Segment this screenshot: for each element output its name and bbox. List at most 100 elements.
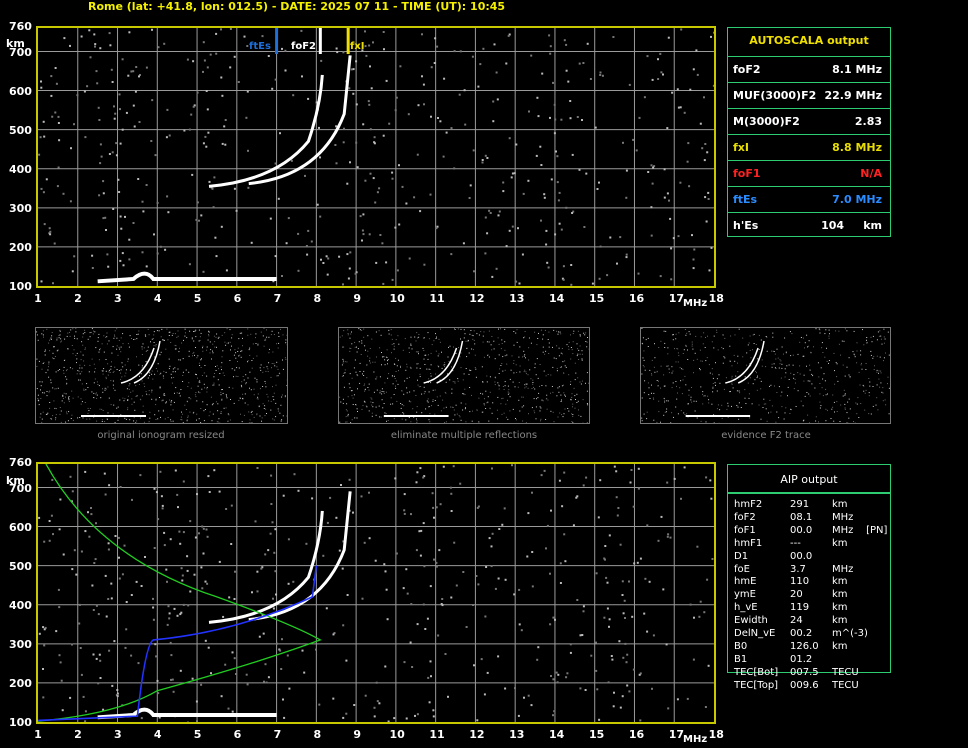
noise-point [225, 508, 228, 510]
noise-point [84, 347, 86, 349]
noise-point [382, 407, 384, 409]
noise-point [106, 336, 108, 338]
noise-point [57, 387, 59, 389]
noise-point [276, 366, 278, 368]
noise-point [677, 413, 679, 415]
noise-point [656, 380, 658, 381]
noise-point [326, 521, 329, 524]
noise-point [149, 372, 151, 374]
noise-point [320, 59, 323, 62]
noise-point [219, 373, 221, 374]
noise-point [480, 658, 483, 661]
noise-point [586, 390, 588, 392]
noise-point [50, 379, 52, 381]
noise-point [609, 236, 612, 239]
noise-point [473, 330, 475, 332]
noise-point [369, 128, 372, 131]
noise-point [769, 399, 771, 401]
noise-point [828, 337, 830, 339]
noise-point [462, 379, 464, 381]
noise-point [127, 358, 129, 360]
noise-point [394, 109, 397, 112]
noise-point [450, 253, 453, 256]
noise-point [133, 420, 135, 422]
noise-point [366, 364, 368, 365]
noise-point [239, 397, 241, 399]
noise-point [297, 489, 300, 492]
noise-point [790, 372, 792, 374]
noise-point [56, 350, 58, 352]
noise-point [139, 375, 140, 377]
noise-point [279, 373, 281, 375]
noise-point [523, 696, 525, 699]
noise-point [623, 599, 626, 602]
noise-point [53, 400, 55, 402]
noise-point [625, 169, 628, 172]
noise-point [463, 89, 466, 92]
noise-point [133, 417, 135, 419]
noise-point [52, 387, 54, 389]
noise-point [419, 376, 421, 378]
noise-point [664, 385, 666, 387]
noise-point [203, 420, 205, 422]
noise-point [453, 50, 456, 53]
noise-point [605, 576, 608, 579]
noise-point [513, 344, 515, 346]
noise-point [359, 329, 361, 331]
noise-point [560, 118, 563, 121]
noise-point [404, 338, 406, 340]
noise-point [141, 200, 144, 203]
noise-point [204, 409, 206, 410]
noise-point [320, 258, 322, 261]
noise-point [878, 372, 879, 374]
noise-point [340, 401, 342, 403]
noise-point [879, 356, 881, 358]
noise-point [137, 178, 140, 180]
noise-point [56, 339, 58, 341]
noise-point [117, 419, 119, 421]
noise-point [460, 402, 462, 404]
noise-point [98, 333, 100, 335]
noise-point [43, 540, 46, 543]
noise-point [691, 401, 693, 403]
noise-point [202, 552, 205, 555]
noise-point [106, 332, 108, 334]
noise-point [688, 185, 691, 188]
noise-point [730, 335, 732, 337]
x-tick-label: 10 [389, 728, 405, 741]
noise-point [881, 391, 883, 393]
noise-point [349, 373, 351, 375]
noise-point [128, 31, 131, 34]
noise-point [382, 134, 385, 137]
noise-point [122, 366, 124, 368]
noise-point [94, 331, 96, 333]
noise-point [201, 375, 203, 376]
noise-point [431, 405, 432, 407]
noise-point [860, 364, 862, 366]
noise-point [752, 334, 754, 336]
noise-point [653, 366, 655, 368]
noise-point [677, 235, 680, 238]
noise-point [660, 365, 662, 367]
noise-point [716, 331, 718, 333]
noise-point [556, 370, 558, 372]
noise-point [87, 407, 89, 409]
aip-row: hmE 110 km [734, 576, 884, 589]
noise-point [408, 400, 410, 402]
noise-point [92, 653, 95, 656]
noise-point [59, 407, 61, 408]
aip-unit: TECU [832, 679, 859, 691]
noise-point [270, 400, 272, 402]
noise-point [119, 259, 122, 262]
noise-point [144, 385, 146, 387]
noise-point [802, 355, 804, 357]
noise-point [124, 375, 126, 377]
noise-point [194, 394, 196, 396]
noise-point [882, 392, 884, 394]
noise-point [856, 350, 858, 352]
noise-point [887, 331, 889, 333]
noise-point [135, 66, 138, 68]
noise-point [152, 338, 154, 340]
noise-point [472, 410, 473, 412]
noise-point [280, 668, 283, 670]
